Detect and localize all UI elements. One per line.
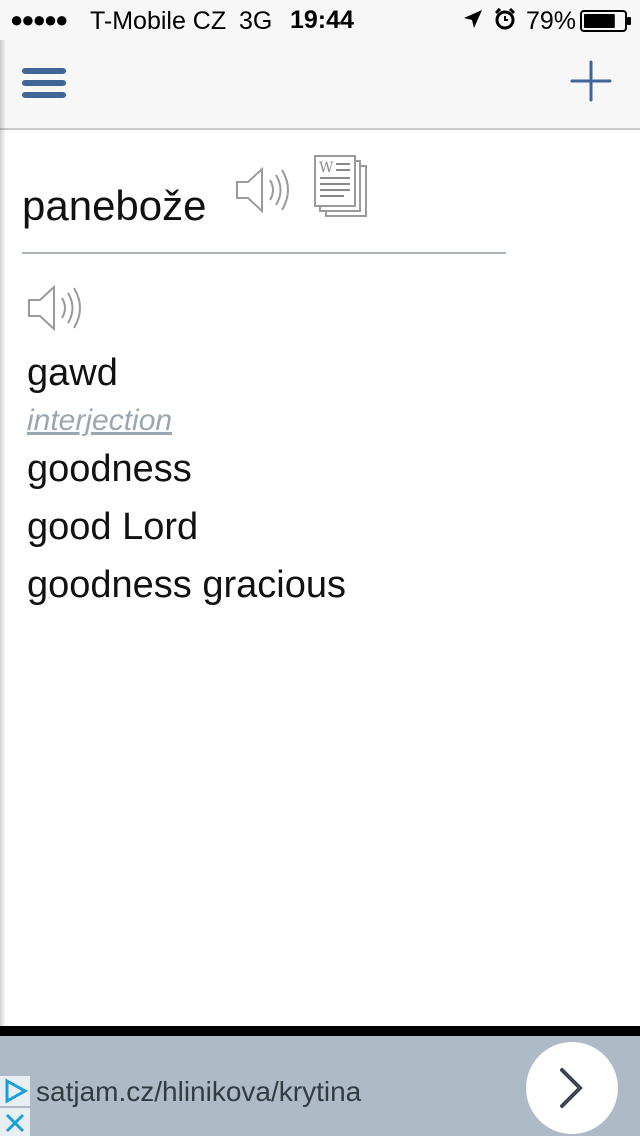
entry-header: panebože W: [22, 150, 506, 254]
close-icon[interactable]: [0, 1108, 30, 1136]
battery-icon: [580, 10, 631, 32]
drawer-edge-shadow: [0, 40, 6, 1030]
app-screen: ●●●●● T-Mobile CZ 3G 19:44 79% panebože …: [0, 0, 640, 1136]
translation-item: goodness gracious: [27, 564, 346, 606]
chevron-right-icon: [560, 1068, 583, 1108]
battery-percentage: 79%: [526, 7, 577, 35]
hamburger-menu-button[interactable]: [18, 60, 70, 104]
ad-url[interactable]: satjam.cz/hlinikova/krytina: [36, 1076, 361, 1108]
translation-item: good Lord: [27, 506, 199, 548]
svg-text:W: W: [319, 160, 334, 176]
alarm-clock-icon: [494, 8, 516, 30]
ad-next-button[interactable]: [526, 1042, 618, 1134]
network-type: 3G: [239, 7, 273, 35]
ad-choices-icon[interactable]: [0, 1076, 30, 1106]
part-of-speech-link[interactable]: interjection: [27, 404, 172, 438]
hamburger-menu-icon-bar: [22, 92, 66, 98]
translation-item: goodness: [27, 448, 192, 490]
translation-item: gawd: [27, 352, 118, 394]
clock: 19:44: [290, 6, 354, 34]
document-icon[interactable]: W: [314, 154, 370, 220]
hamburger-menu-icon-bar: [22, 80, 66, 86]
speaker-icon[interactable]: [234, 162, 296, 218]
ad-banner[interactable]: satjam.cz/hlinikova/krytina: [0, 1026, 640, 1136]
status-bar: ●●●●● T-Mobile CZ 3G 19:44 79%: [0, 0, 640, 40]
navigation-bar: [0, 40, 640, 130]
signal-strength: ●●●●●: [10, 7, 68, 32]
hamburger-menu-icon: [22, 68, 66, 74]
headword: panebože: [22, 182, 207, 229]
plus-icon[interactable]: [568, 58, 614, 104]
header-divider: [22, 252, 506, 254]
location-arrow-icon: [464, 10, 482, 28]
speaker-icon[interactable]: [26, 280, 88, 336]
carrier-name: T-Mobile CZ: [90, 7, 227, 35]
